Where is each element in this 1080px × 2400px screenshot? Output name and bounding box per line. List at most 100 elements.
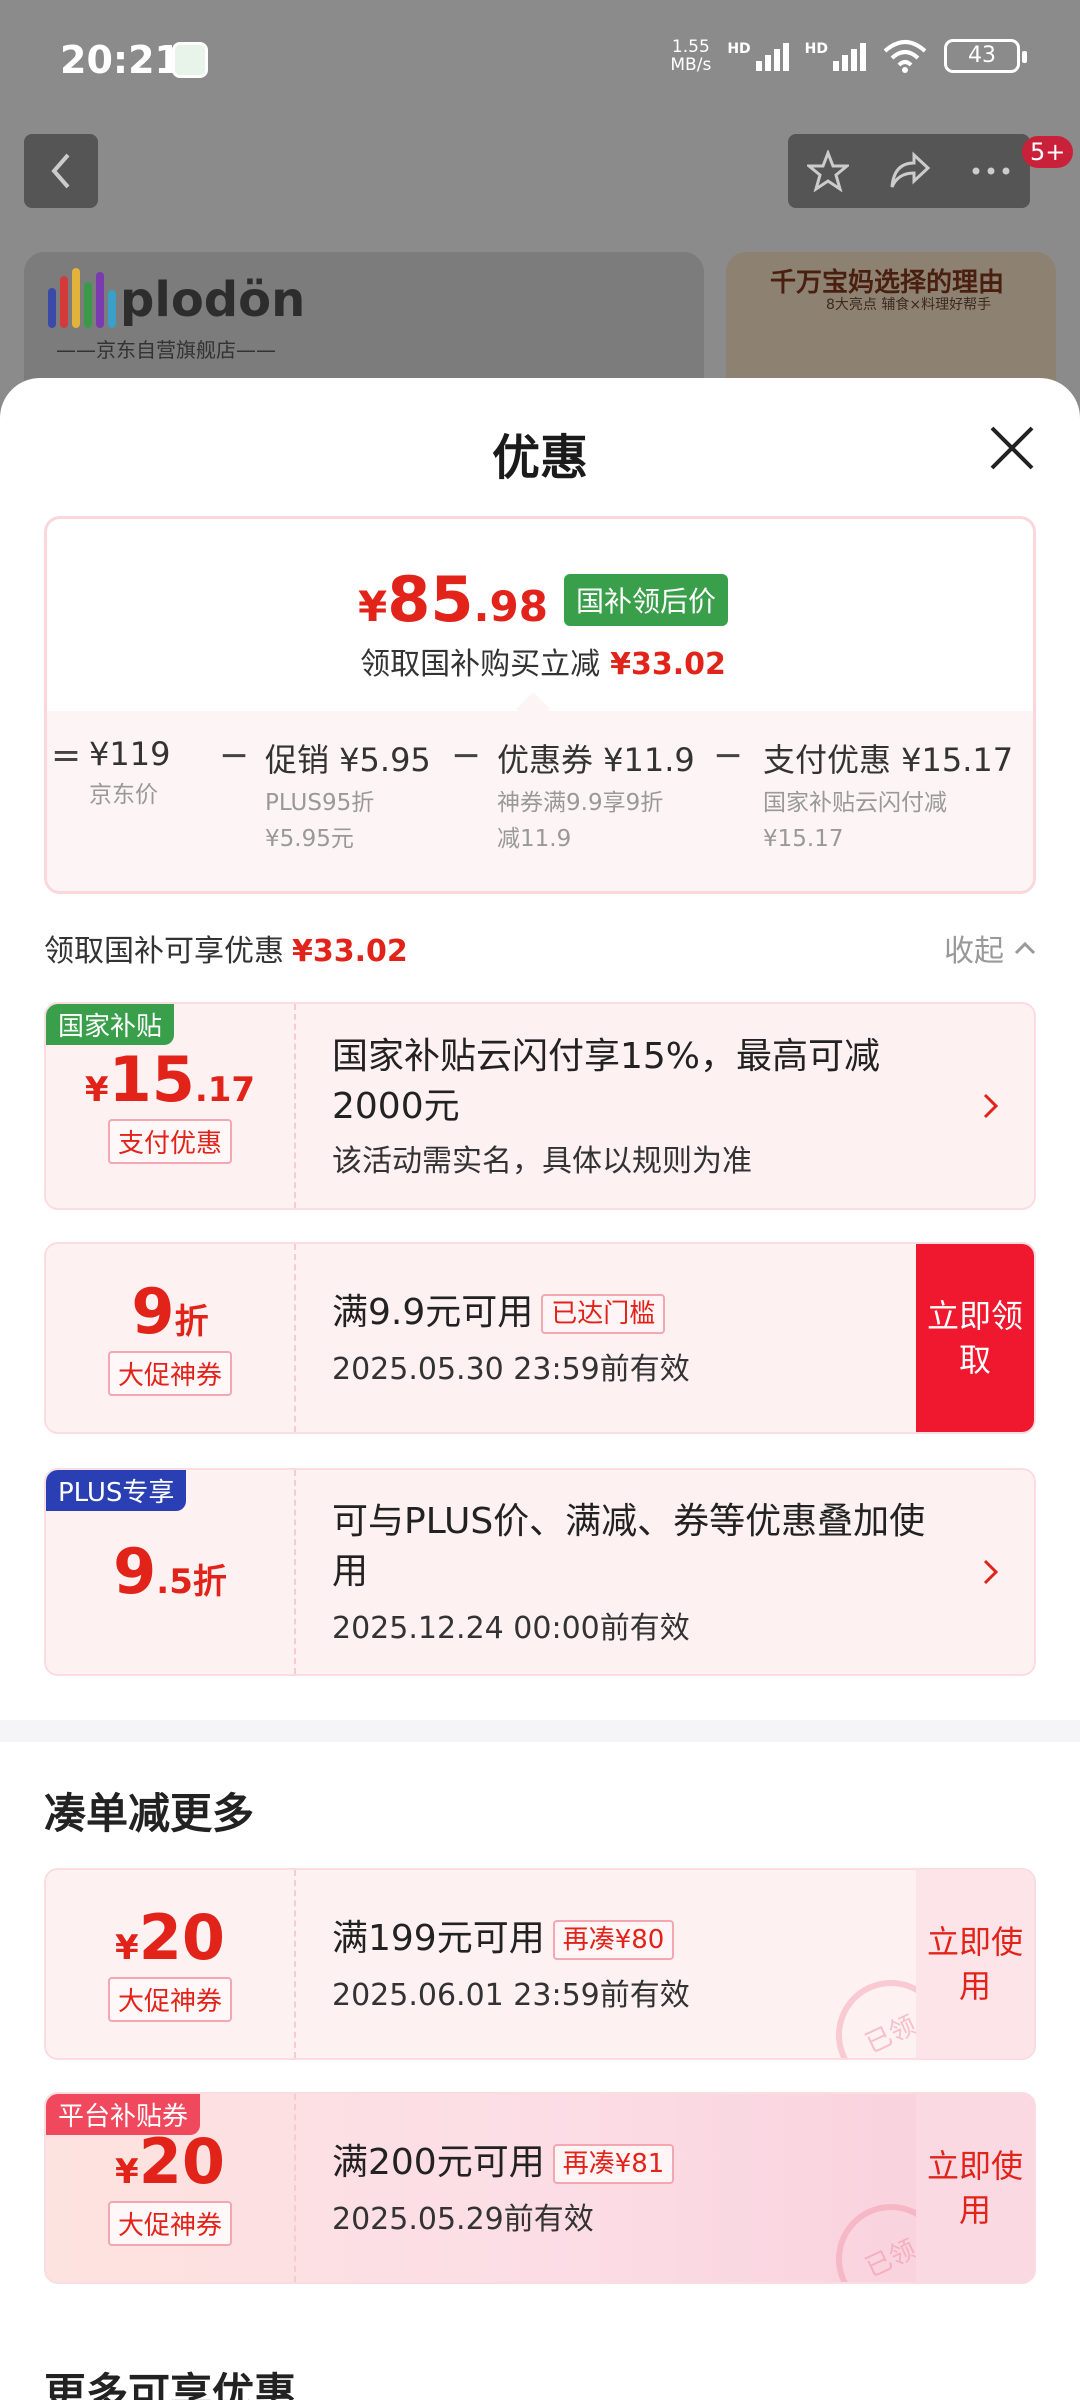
- discount-sheet: 优惠 ¥85.98 国补领后价 领取国补购买立减 ¥33.02 = ¥119 京东…: [0, 378, 1080, 2400]
- minus-sign: −: [712, 735, 744, 776]
- coupon-card-plus[interactable]: 9.5折 可与PLUS价、满减、券等优惠叠加使用 2025.12.24 00:0…: [44, 1468, 1036, 1676]
- collapse-label: 收起: [944, 934, 1004, 969]
- more-icon[interactable]: [971, 166, 1011, 176]
- coupon-date: 2025.12.24 00:00前有效: [332, 1611, 690, 1646]
- coupon-card-discount: 9折 大促神券 满9.9元可用 已达门槛 2025.05.30 23:59前有效 …: [44, 1242, 1036, 1434]
- coupon-suffix: 折: [174, 1301, 209, 1342]
- collapse-button[interactable]: 收起: [944, 926, 1036, 970]
- breakdown-item: ¥119 京东价: [89, 735, 209, 857]
- coupon-chip: 已达门槛: [541, 1294, 666, 1334]
- coupon-title-row: 满199元可用 再凑¥80: [332, 1914, 904, 1964]
- status-bar: 20:21 1.55 MB/s HD HD 43: [0, 0, 1080, 120]
- coupon-title-row: 满200元可用 再凑¥81: [332, 2138, 904, 2188]
- use-coupon-button[interactable]: 立即使用: [916, 2094, 1034, 2282]
- coupon-description: 该活动需实名，具体以规则为准: [332, 1144, 752, 1179]
- net-speed-value: 1.55: [671, 37, 710, 57]
- price-decimal: .98: [473, 582, 548, 631]
- coupon-value-area: ¥20 大促神券: [46, 1870, 296, 2058]
- coupon-value: ¥20: [115, 1906, 225, 1969]
- signal-icon-2: HD: [805, 41, 866, 71]
- breakdown-item: 支付优惠 ¥15.17 国家补贴云闪付减 ¥15.17: [763, 735, 1013, 857]
- coupon-info: 可与PLUS价、满减、券等优惠叠加使用 2025.12.24 00:00前有效: [332, 1470, 954, 1674]
- coupon-int: 9: [113, 1535, 157, 1608]
- price-sub-amount: ¥33.02: [610, 647, 726, 682]
- breakdown-sub: 京东价: [89, 782, 158, 808]
- brand-name: plodön: [120, 272, 306, 328]
- coupon-dec: .17: [194, 1069, 256, 1110]
- coupon-yen: ¥: [84, 1069, 109, 1110]
- coupon-kind: 大促神券: [107, 1350, 232, 1396]
- summary-top: ¥85.98 国补领后价 领取国补购买立减 ¥33.02: [47, 519, 1033, 711]
- coupon-card-subsidy[interactable]: ¥15.17 支付优惠 国家补贴云闪付享15%，最高可减2000元 该活动需实名…: [44, 1002, 1036, 1210]
- battery-icon: 43: [944, 39, 1027, 73]
- price-subtitle: 领取国补购买立减 ¥33.02: [47, 639, 1033, 683]
- available-label: 领取国补可享优惠: [44, 934, 284, 969]
- price-yen: ¥: [358, 582, 388, 631]
- price-sub-text: 领取国补购买立减: [360, 647, 601, 682]
- breakdown-item: 促销 ¥5.95 PLUS95折 ¥5.95元: [265, 735, 445, 857]
- chevron-right-icon: [983, 1559, 999, 1585]
- price-tag: 国补领后价: [563, 573, 728, 626]
- price-breakdown: = ¥119 京东价 − 促销 ¥5.95 PLUS95折 ¥5.95元 − 优…: [47, 711, 1033, 891]
- coupon-int: 20: [138, 1900, 225, 1974]
- app-notification-icon: [172, 42, 208, 78]
- coupon-title: 满200元可用: [332, 2142, 545, 2183]
- hd-label-2: HD: [804, 41, 828, 57]
- breakdown-sub: 国家补贴云闪付减: [763, 790, 947, 816]
- status-indicators: 1.55 MB/s HD HD 43: [670, 37, 1027, 75]
- hd-label: HD: [727, 41, 751, 57]
- net-speed-unit: MB/s: [670, 55, 712, 75]
- breakdown-main: 促销 ¥5.95: [265, 741, 431, 779]
- coupon-date: 2025.05.29前有效: [332, 2202, 594, 2237]
- coupon-kind: 支付优惠: [107, 1118, 232, 1164]
- coupon-corner-tag: PLUS专享: [46, 1470, 187, 1511]
- coupon-info: 满9.9元可用 已达门槛 2025.05.30 23:59前有效: [332, 1244, 904, 1432]
- price-integer: 85: [387, 563, 474, 636]
- final-price-row: ¥85.98 国补领后价: [47, 563, 1033, 636]
- coupon-value: ¥15.17: [84, 1048, 256, 1111]
- share-icon[interactable]: [888, 151, 932, 191]
- coupon-yen: ¥: [115, 2151, 139, 2192]
- coupon-value: 9.5折: [113, 1541, 227, 1603]
- wifi-icon: [883, 40, 927, 73]
- coupon-info: 国家补贴云闪付享15%，最高可减2000元 该活动需实名，具体以规则为准: [332, 1004, 954, 1208]
- price-summary-card: ¥85.98 国补领后价 领取国补购买立减 ¥33.02 = ¥119 京东价 −…: [44, 516, 1036, 894]
- coupon-chip: 再凑¥81: [552, 2144, 675, 2184]
- chevron-up-icon: [1014, 941, 1036, 955]
- minus-sign: −: [218, 735, 250, 776]
- breakdown-item: 优惠券 ¥11.9 神券满9.9享9折 减11.9: [497, 735, 707, 857]
- coupon-card-platform: ¥20 大促神券 满200元可用 再凑¥81 2025.05.29前有效 已领 平…: [44, 2092, 1036, 2284]
- back-button[interactable]: [24, 134, 98, 208]
- close-icon[interactable]: [986, 422, 1038, 474]
- coupon-int: 15: [108, 1042, 195, 1116]
- coupon-corner-tag: 平台补贴券: [46, 2094, 201, 2135]
- star-icon[interactable]: [807, 150, 850, 192]
- coupon-title: 国家补贴云闪付享15%，最高可减2000元: [332, 1036, 881, 1127]
- breakdown-main: 优惠券 ¥11.9: [497, 741, 695, 779]
- signal-icon: HD: [727, 41, 789, 71]
- promo-subtitle: 8大亮点 辅食×料理好帮手: [826, 297, 992, 313]
- coupon-suffix: 折: [192, 1562, 227, 1602]
- coupon-chip: 再凑¥80: [552, 1920, 675, 1960]
- coupon-title-row: 满9.9元可用 已达门槛: [332, 1288, 904, 1338]
- breakdown-sub: ¥15.17: [763, 826, 844, 852]
- sheet-title: 优惠: [491, 430, 588, 486]
- coupon-dec: .5: [156, 1562, 193, 1602]
- breakdown-sub: 减11.9: [497, 826, 572, 852]
- minus-sign: −: [450, 735, 482, 776]
- message-badge: 5+: [1022, 136, 1074, 168]
- breakdown-sub: 神券满9.9享9折: [497, 790, 664, 816]
- coupon-info: 满200元可用 再凑¥81 2025.05.29前有效: [332, 2094, 904, 2282]
- breakdown-main: 支付优惠 ¥15.17: [763, 741, 1014, 779]
- claim-coupon-button[interactable]: 立即领取: [916, 1244, 1034, 1432]
- breakdown-main: ¥119: [89, 735, 171, 773]
- available-discount-row: 领取国补可享优惠 ¥33.02 收起: [44, 926, 1036, 970]
- use-coupon-button[interactable]: 立即使用: [916, 1870, 1034, 2058]
- coupon-kind: 大促神券: [107, 2200, 232, 2246]
- coupon-title: 满9.9元可用: [332, 1292, 534, 1333]
- chevron-right-icon: [983, 1093, 999, 1119]
- final-price: ¥85.98: [358, 563, 548, 636]
- brand-subtitle: ——京东自营旗舰店——: [56, 338, 276, 362]
- coupon-card-200-80: ¥20 大促神券 满199元可用 再凑¥80 2025.06.01 23:59前有…: [44, 1868, 1036, 2060]
- coupon-title: 可与PLUS价、满减、券等优惠叠加使用: [332, 1501, 926, 1592]
